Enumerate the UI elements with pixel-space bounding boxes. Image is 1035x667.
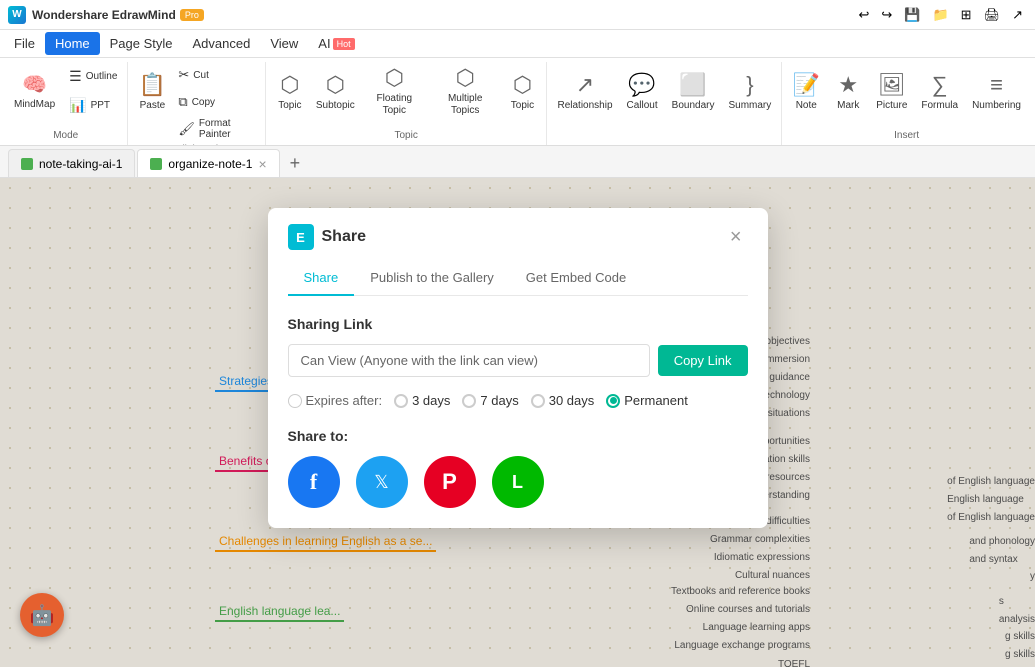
cut-btn[interactable]: ✂ Cut	[174, 62, 261, 88]
modal-overlay: E Share × Share Publish to the Gallery G…	[0, 178, 1035, 667]
copy-label: Copy	[192, 97, 215, 108]
paste-btn[interactable]: 📋 Paste	[132, 62, 172, 120]
menu-ai[interactable]: AI Hot	[308, 32, 364, 55]
mindmap-label: MindMap	[14, 99, 55, 110]
copy-link-btn[interactable]: Copy Link	[658, 345, 748, 376]
ppt-label: PPT	[91, 100, 110, 111]
outline-label: Outline	[86, 71, 118, 82]
topic-btn[interactable]: ⬡ Topic	[270, 62, 310, 120]
boundary-btn[interactable]: ⬜ Boundary	[666, 62, 721, 120]
add-tab-btn[interactable]: +	[282, 149, 309, 177]
boundary-label: Boundary	[672, 100, 715, 111]
modal-close-btn[interactable]: ×	[724, 225, 748, 249]
outline-btn[interactable]: ☰ Outline	[63, 62, 123, 90]
subtopic-label: Subtopic	[316, 100, 355, 111]
relationship-btn[interactable]: ↗ Relationship	[551, 62, 618, 120]
tab-1-label: note-taking-ai-1	[39, 157, 122, 171]
mark-btn[interactable]: ★ Mark	[828, 62, 868, 120]
topic2-label: Topic	[511, 100, 534, 111]
tab-2-close[interactable]: ×	[258, 157, 266, 171]
mode-group-label: Mode	[8, 128, 123, 145]
pinterest-share-btn[interactable]: P	[424, 456, 476, 508]
radio-3days[interactable]	[394, 394, 408, 408]
subtopic-btn[interactable]: ⬡ Subtopic	[312, 62, 359, 120]
menu-home[interactable]: Home	[45, 32, 100, 55]
callout-btn[interactable]: 💬 Callout	[621, 62, 664, 120]
relationship-group-label	[551, 139, 777, 145]
app-name: Wondershare EdrawMind	[32, 8, 176, 22]
sharing-link-label: Sharing Link	[288, 316, 748, 332]
modal-title: Share	[322, 228, 724, 246]
menu-view[interactable]: View	[260, 32, 308, 55]
cut-label: Cut	[193, 70, 209, 81]
modal-logo: E	[288, 224, 314, 250]
label-permanent: Permanent	[624, 393, 688, 408]
grid-btn[interactable]: ⊞	[957, 5, 976, 25]
redo-btn[interactable]: ↪	[877, 5, 896, 25]
label-3days: 3 days	[412, 393, 450, 408]
ppt-btn[interactable]: 📊 PPT	[63, 91, 123, 119]
paste-label: Paste	[140, 100, 166, 111]
menu-file[interactable]: File	[4, 32, 45, 55]
relationship-label: Relationship	[557, 100, 612, 111]
export-btn[interactable]: ↗	[1008, 5, 1027, 25]
topic2-btn[interactable]: ⬡ Topic	[502, 62, 542, 120]
mindmap-btn[interactable]: 🧠 MindMap	[8, 62, 61, 120]
summary-label: Summary	[728, 100, 771, 111]
multiple-topics-label: Multiple Topics	[436, 93, 495, 117]
share-tab[interactable]: Share	[288, 262, 355, 296]
multiple-topics-btn[interactable]: ⬡ Multiple Topics	[430, 62, 501, 120]
tab-1[interactable]: note-taking-ai-1	[8, 149, 135, 177]
print-btn[interactable]: 🖨	[980, 5, 1005, 25]
embed-code-tab[interactable]: Get Embed Code	[510, 262, 642, 295]
mark-label: Mark	[837, 100, 859, 111]
topic-group-label: Topic	[270, 128, 543, 145]
folder-btn[interactable]: 📁	[928, 5, 952, 25]
facebook-share-btn[interactable]: f	[288, 456, 340, 508]
radio-7days[interactable]	[462, 394, 476, 408]
format-painter-btn[interactable]: 🖌 Format Painter	[174, 116, 261, 142]
radio-30days[interactable]	[531, 394, 545, 408]
topic-label: Topic	[278, 100, 301, 111]
picture-btn[interactable]: 🖼 Picture	[870, 62, 913, 120]
undo-btn[interactable]: ↩	[854, 5, 873, 25]
tab-2[interactable]: organize-note-1 ×	[137, 149, 279, 177]
summary-btn[interactable]: } Summary	[722, 62, 777, 120]
save-btn[interactable]: 💾	[900, 5, 924, 25]
line-share-btn[interactable]: L	[492, 456, 544, 508]
copy-btn[interactable]: ⧉ Copy	[174, 89, 261, 115]
share-to-label: Share to:	[288, 428, 748, 444]
note-label: Note	[796, 100, 817, 111]
share-modal: E Share × Share Publish to the Gallery G…	[268, 208, 768, 528]
picture-label: Picture	[876, 100, 907, 111]
app-badge: Pro	[180, 9, 204, 21]
radio-permanent[interactable]	[606, 394, 620, 408]
publish-gallery-tab[interactable]: Publish to the Gallery	[354, 262, 510, 295]
callout-label: Callout	[627, 100, 658, 111]
expires-label: Expires after:	[306, 393, 383, 408]
menu-page-style[interactable]: Page Style	[100, 32, 183, 55]
numbering-btn[interactable]: ≡ Numbering	[966, 62, 1027, 120]
formula-label: Formula	[921, 100, 958, 111]
ai-hot-badge: Hot	[333, 38, 355, 50]
app-logo: W	[8, 6, 26, 24]
format-painter-label: Format Painter	[199, 118, 257, 140]
floating-topic-label: Floating Topic	[367, 93, 422, 117]
insert-group-label: Insert	[786, 128, 1027, 145]
label-30days: 30 days	[549, 393, 595, 408]
expires-checkbox[interactable]	[288, 394, 302, 408]
sharing-link-input[interactable]	[288, 344, 650, 377]
floating-topic-btn[interactable]: ⬡ Floating Topic	[361, 62, 428, 120]
tab-2-label: organize-note-1	[168, 157, 252, 171]
note-btn[interactable]: 📝 Note	[786, 62, 826, 120]
twitter-share-btn[interactable]: 𝕏	[356, 456, 408, 508]
formula-btn[interactable]: ∑ Formula	[915, 62, 964, 120]
numbering-label: Numbering	[972, 100, 1021, 111]
menu-advanced[interactable]: Advanced	[183, 32, 261, 55]
label-7days: 7 days	[480, 393, 518, 408]
